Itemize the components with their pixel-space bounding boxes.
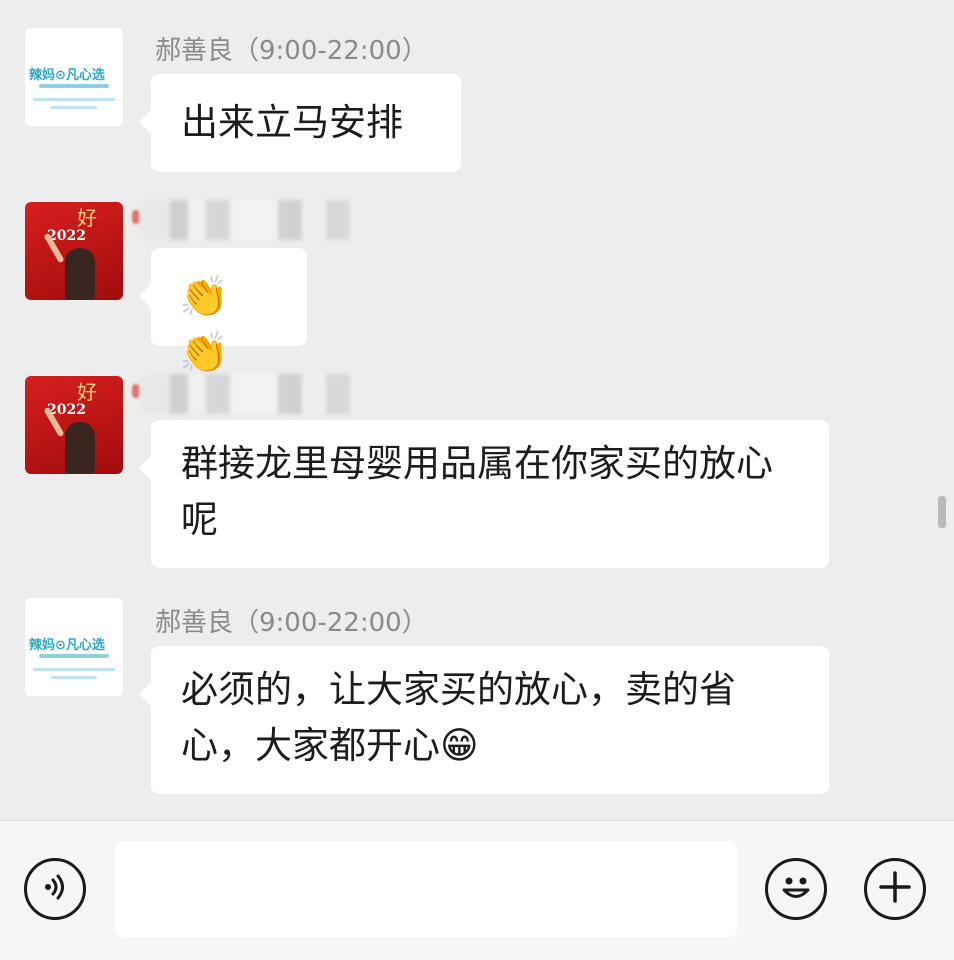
input-bar xyxy=(0,820,954,960)
logo-line xyxy=(51,106,97,109)
voice-icon xyxy=(40,872,70,906)
logo-line xyxy=(33,98,115,101)
avatar-figure xyxy=(65,248,95,300)
message-input[interactable] xyxy=(115,841,737,937)
chat-area: 辣妈⊙凡心选 郝善良（9:00-22:00） 出来立马安排 好 2022 👏👏 … xyxy=(0,0,954,820)
avatar-hao-text: 好 xyxy=(77,206,97,230)
blurred-sender-name xyxy=(140,374,440,414)
blurred-name-mark xyxy=(132,210,140,224)
logo-line xyxy=(39,654,109,658)
logo-line xyxy=(33,668,115,671)
plus-icon xyxy=(877,869,913,909)
sender-name: 郝善良（9:00-22:00） xyxy=(155,608,428,638)
emoji-button[interactable] xyxy=(765,858,827,920)
avatar[interactable]: 好 2022 xyxy=(25,376,123,474)
avatar[interactable]: 辣妈⊙凡心选 xyxy=(25,28,123,126)
scrollbar[interactable] xyxy=(938,496,946,528)
message-bubble[interactable]: 必须的，让大家买的放心，卖的省心，大家都开心😁 xyxy=(139,646,829,794)
avatar[interactable]: 好 2022 xyxy=(25,202,123,300)
avatar-hao-text: 好 xyxy=(77,380,97,404)
brand-logo-text: 辣妈⊙凡心选 xyxy=(29,68,105,83)
avatar-figure xyxy=(65,422,95,474)
logo-line xyxy=(39,84,109,88)
emoji-icon xyxy=(774,865,818,913)
blurred-sender-name xyxy=(140,200,440,240)
voice-button[interactable] xyxy=(24,858,86,920)
avatar[interactable]: 辣妈⊙凡心选 xyxy=(25,598,123,696)
message-bubble[interactable]: 👏👏 xyxy=(139,248,307,376)
blurred-name-mark xyxy=(132,384,140,398)
brand-logo-text: 辣妈⊙凡心选 xyxy=(29,638,105,653)
logo-line xyxy=(51,676,97,679)
message-bubble[interactable]: 群接龙里母婴用品属在你家买的放心呢 xyxy=(139,420,829,568)
sender-name: 郝善良（9:00-22:00） xyxy=(155,36,428,66)
message-bubble[interactable]: 出来立马安排 xyxy=(139,74,461,172)
more-button[interactable] xyxy=(864,858,926,920)
